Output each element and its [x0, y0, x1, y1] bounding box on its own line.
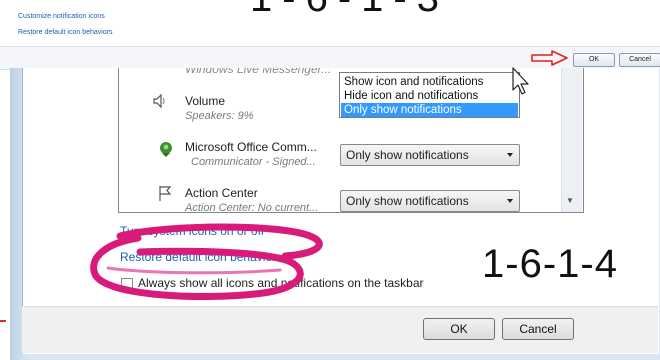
communicator-icon	[160, 142, 172, 157]
mouse-pointer-icon	[512, 67, 529, 95]
scroll-down-arrow-icon[interactable]: ▼	[566, 196, 574, 205]
red-mark	[0, 320, 6, 322]
action-center-behavior-select[interactable]: Only show notifications	[340, 190, 520, 212]
action-center-behavior-value: Only show notifications	[346, 194, 469, 208]
list-item-action-center-label: Action Center	[185, 186, 258, 200]
thumbnail-cancel-button[interactable]: Cancel	[619, 53, 660, 67]
ok-button[interactable]: OK	[423, 318, 495, 340]
dropdown-option-hide[interactable]: Hide icon and notifications	[341, 89, 518, 103]
annotation-code: 1-6-1-4	[482, 242, 618, 286]
list-item-communicator-sub: Communicator - Signed...	[191, 156, 316, 168]
chevron-down-icon	[507, 153, 513, 157]
list-item-communicator-label: Microsoft Office Comm...	[185, 140, 317, 154]
list-scrollbar[interactable]	[561, 68, 582, 212]
background-edge	[0, 70, 10, 360]
restore-defaults-link-small[interactable]: Restore default icon behaviors	[18, 29, 113, 36]
speaker-icon	[153, 93, 165, 109]
behavior-dropdown-menu[interactable]: Show icon and notifications Hide icon an…	[339, 72, 520, 118]
top-thumbnail: Customize notification icons Restore def…	[0, 0, 660, 46]
list-item-action-center-sub: Action Center: No current...	[185, 202, 319, 213]
list-item-messenger-label: Windows Live Messenger...	[185, 68, 332, 76]
communicator-behavior-value: Only show notifications	[346, 148, 469, 162]
marker-scribble-annotation	[90, 223, 323, 301]
list-item-volume-sub: Speakers: 9%	[185, 110, 254, 122]
dropdown-option-show[interactable]: Show icon and notifications	[341, 75, 518, 89]
dropdown-option-only-notifications[interactable]: Only show notifications	[341, 103, 518, 117]
flag-icon	[159, 186, 172, 201]
annotation-code-top: 1-6-1-3	[250, 0, 449, 21]
list-item-volume-label: Volume	[185, 94, 226, 108]
thumbnail-ok-button[interactable]: OK	[573, 53, 615, 67]
cancel-button[interactable]: Cancel	[502, 318, 574, 340]
customize-icons-link-small[interactable]: Customize notification icons	[18, 13, 105, 20]
communicator-behavior-select[interactable]: Only show notifications	[340, 144, 520, 166]
red-arrow-icon	[531, 50, 568, 66]
chevron-down-icon	[507, 199, 513, 203]
